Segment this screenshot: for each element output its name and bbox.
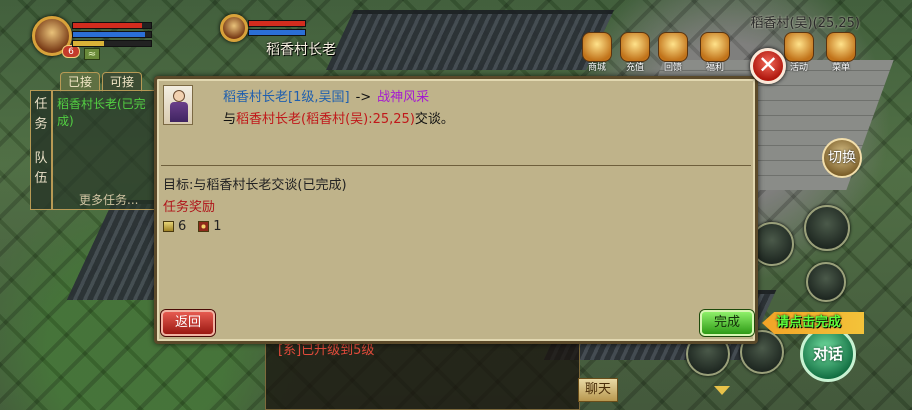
exp-icon (163, 221, 174, 232)
quest-title[interactable]: 战神风采 (377, 90, 429, 105)
hud-collapse-button[interactable]: ≈ (84, 48, 100, 60)
player-mp-bar (72, 31, 152, 38)
quest-side-tab[interactable]: 任务 队伍 (30, 90, 52, 210)
potion-button[interactable] (806, 262, 846, 302)
feedback-label: 回馈 (663, 63, 682, 73)
recharge-icon[interactable] (620, 32, 650, 62)
quest-goal: 目标:与稻香村长老交谈(已完成) (163, 178, 347, 193)
player-hp-bar (72, 22, 152, 29)
quest-list-item[interactable]: 稻香村长老(已完成) (57, 95, 157, 129)
reward-exp-value: 6 (178, 219, 187, 234)
npc-portrait (163, 85, 193, 125)
coin-icon (198, 221, 210, 232)
welfare-label: 福利 (705, 63, 724, 73)
player-exp-bar (72, 40, 152, 47)
desc-npc-link[interactable]: 稻香村长老(稻香村(吴):25,25) (236, 112, 415, 127)
reward-row: 6 1 (163, 219, 222, 234)
target-hp-bar (248, 20, 306, 27)
npc-robe (170, 102, 188, 122)
hint-prefix: 请点击 (776, 315, 816, 330)
feedback-icon[interactable] (658, 32, 688, 62)
recharge-label: 充值 (625, 63, 644, 73)
skill-button-1[interactable] (804, 205, 850, 251)
reward-coin-value: 1 (213, 219, 222, 234)
chat-panel[interactable]: [系]已升级到5级 (265, 335, 580, 410)
roof-top-center (326, 10, 614, 70)
dialog-divider (161, 165, 751, 166)
quest-side-label: 任务 (34, 97, 48, 132)
target-mp-bar (248, 29, 306, 36)
event-icon[interactable] (784, 32, 814, 62)
team-side-label[interactable]: 队伍 (34, 149, 48, 189)
tab-available[interactable]: 可接 (102, 72, 142, 92)
complete-hint-arrow: 请点击完成 (762, 312, 864, 334)
shop-icon[interactable] (582, 32, 612, 62)
quest-npc-info[interactable]: 稻香村长老[1级,吴国] (223, 90, 350, 105)
quest-dialog: 稻香村长老[1级,吴国] -> 战神风采 与稻香村长老(稻香村(吴):25,25)交… (154, 76, 758, 344)
hint-action: 完成 (815, 315, 842, 330)
desc-suffix: 交谈。 (414, 112, 454, 127)
target-name: 稻香村长老 (266, 42, 336, 58)
shop-label: 商城 (587, 63, 606, 73)
target-avatar[interactable] (220, 14, 248, 42)
complete-button[interactable]: 完成 (700, 310, 754, 336)
tab-accepted[interactable]: 已接 (60, 72, 100, 92)
chevron-down-icon[interactable] (714, 386, 730, 395)
desc-prefix: 与 (223, 112, 237, 127)
back-button[interactable]: 返回 (161, 310, 215, 336)
menu-icon[interactable] (826, 32, 856, 62)
npc-head (173, 90, 185, 102)
quest-description: 与稻香村长老(稻香村(吴):25,25)交谈。 (223, 108, 454, 127)
talk-button[interactable]: 对话 (800, 326, 856, 382)
more-quests-link[interactable]: 更多任务... (79, 191, 138, 208)
reward-title: 任务奖励 (163, 200, 216, 215)
welfare-icon[interactable] (700, 32, 730, 62)
menu-label: 菜单 (831, 63, 850, 73)
close-icon[interactable]: ✕ (750, 48, 786, 84)
event-label: 活动 (789, 63, 808, 73)
quest-header-line: 稻香村长老[1级,吴国] -> 战神风采 (223, 86, 429, 105)
switch-target-button[interactable]: 切换 (822, 138, 862, 178)
quest-tabs: 已接 可接 (60, 72, 142, 92)
chat-button[interactable]: 聊天 (578, 378, 618, 402)
quest-arrow: -> (355, 90, 372, 105)
map-location[interactable]: 稻香村(吴)(25,25) (750, 12, 860, 31)
